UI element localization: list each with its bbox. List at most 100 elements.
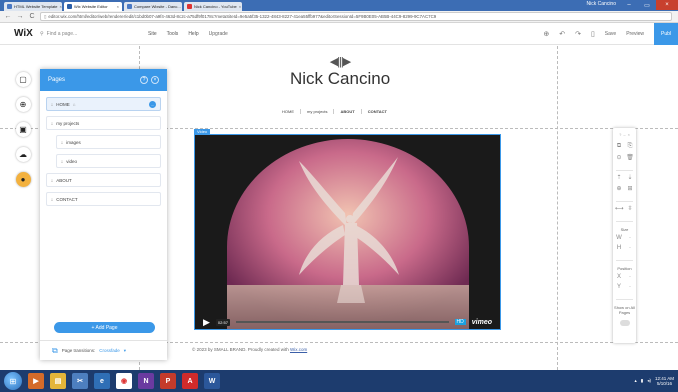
drag-handle-icon[interactable]: ⁞⁞ [61,159,63,164]
site-nav-item[interactable]: CONTACT [360,109,393,114]
add-page-button[interactable]: + Add Page [54,322,155,333]
x-field-label[interactable]: X [615,274,623,280]
forward-icon[interactable]: → [16,13,24,20]
page-item-home[interactable]: ⁞⁞ HOME ⌂… [46,97,161,111]
width-input[interactable]: · [626,235,634,241]
drag-handle-icon[interactable]: ⁞⁞ [61,140,63,145]
minimize-icon[interactable]: – [620,0,638,10]
undo-icon[interactable]: ↶ [559,30,565,38]
page-item-images[interactable]: ⁞⁞ images [56,135,161,149]
height-input[interactable]: · [626,245,634,251]
y-input[interactable]: · [626,284,634,290]
back-icon[interactable]: ← [4,13,12,20]
clock[interactable]: 12:41 AM 5/10/16 [655,376,674,386]
match-width-icon[interactable]: ⟷ [615,205,624,212]
menu-help[interactable]: Help [188,31,198,37]
site-nav[interactable]: HOME my projects ABOUT CONTACT [276,109,393,114]
redo-icon[interactable]: ↷ [575,30,581,38]
width-field-label[interactable]: W [615,235,623,241]
drag-handle-icon[interactable]: ⁞⁞ [51,197,53,202]
close-tab-icon[interactable]: × [117,4,119,9]
app-market-button[interactable]: ☁ [15,147,31,162]
height-field-label[interactable]: H [615,245,623,251]
page-settings-icon[interactable]: … [149,100,156,108]
page-item-my-projects[interactable]: ⁞⁞ my projects [46,116,161,130]
drag-handle-icon[interactable]: ⁞⁞ [51,178,53,183]
file-explorer-icon[interactable]: ▤ [50,373,66,389]
collapse-icon[interactable]: – [623,132,625,137]
reload-icon[interactable]: C [28,13,36,20]
network-icon[interactable]: ▮ [641,378,643,384]
close-icon[interactable]: × [628,132,630,137]
chrome-icon[interactable]: ◉ [116,373,132,389]
browser-user-badge[interactable]: Nick Cancino [587,1,616,7]
close-tab-icon[interactable]: × [239,4,241,9]
duplicate-icon[interactable]: ⊙ [615,154,623,161]
browser-tab[interactable]: HTML Website Template × [4,2,62,11]
show-on-all-pages-toggle[interactable] [619,320,630,326]
page-item-video[interactable]: ⁞⁞ video [56,154,161,168]
preview-button[interactable]: Preview [626,31,644,37]
help-icon[interactable]: ? [619,132,621,137]
zoom-icon[interactable]: ⊕ [543,30,549,38]
send-backward-icon[interactable]: ⇣ [626,174,634,181]
align-icon[interactable]: ⊕ [615,185,623,192]
site-nav-item[interactable]: HOME [276,109,300,114]
tools-icon[interactable]: ✂ [72,373,88,389]
site-footer-text[interactable]: © 2023 by SMALL BRAND. Proudly created w… [192,347,307,352]
browser-tab-active[interactable]: Wix Website Editor × [64,2,122,11]
browser-tab[interactable]: Nick Cancino - YouTube × [184,2,242,11]
drag-handle-icon[interactable]: ⁞⁞ [51,121,53,126]
page-info-icon[interactable]: ▯ [44,14,46,20]
close-window-icon[interactable]: × [656,0,678,10]
video-scrubber[interactable] [235,321,449,323]
acrobat-icon[interactable]: A [182,373,198,389]
site-header[interactable]: ◀|||▶ Nick Cancino [290,55,390,89]
media-player-icon[interactable]: ▶ [28,373,44,389]
x-input[interactable]: · [626,274,634,280]
menu-upgrade[interactable]: Upgrade [209,31,228,37]
browser-tab[interactable]: Compare Wixsite - Danc...× [124,2,182,11]
site-nav-item[interactable]: my projects [300,109,333,114]
distribute-icon[interactable]: ⊞ [626,185,634,192]
background-button[interactable]: ▣ [15,122,31,137]
add-button[interactable]: ⊕ [15,97,31,112]
volume-icon[interactable]: ◂) [647,378,651,384]
vimeo-logo[interactable]: vimeo [472,319,492,326]
chevron-down-icon[interactable]: ▾ [124,348,126,354]
maximize-icon[interactable]: ▭ [638,0,656,10]
save-button[interactable]: Save [605,31,616,37]
menu-site[interactable]: Site [148,31,157,37]
footer-link[interactable]: Wix.com [290,347,307,352]
mobile-view-icon[interactable]: ▯ [591,30,595,38]
menu-tools[interactable]: Tools [167,31,179,37]
close-icon[interactable]: × [151,76,159,84]
drag-handle-icon[interactable]: ⁞⁞ [51,102,53,107]
bring-forward-icon[interactable]: ⇡ [615,174,623,181]
url-input[interactable]: ▯ editor.wix.com/html/editor/web/renderer… [40,12,672,21]
paste-icon[interactable]: ⎘ [626,143,634,150]
my-uploads-button[interactable]: ● [15,172,31,187]
y-field-label[interactable]: Y [615,284,623,290]
tray-arrow-icon[interactable]: ▴ [634,378,636,384]
hd-badge[interactable]: HD [454,319,466,325]
page-transitions[interactable]: ⧉ Page transitions: Crossfade ▾ [40,340,167,360]
page-item-contact[interactable]: ⁞⁞ CONTACT [46,192,161,206]
transitions-value[interactable]: Crossfade [99,348,120,353]
help-icon[interactable]: ? [140,76,148,84]
word-icon[interactable]: W [204,373,220,389]
wix-logo[interactable]: WiX [14,28,38,39]
onenote-icon[interactable]: N [138,373,154,389]
page-item-about[interactable]: ⁞⁞ ABOUT [46,173,161,187]
delete-icon[interactable]: 🗑 [626,154,634,161]
close-tab-icon[interactable]: × [60,4,62,9]
match-height-icon[interactable]: ⇳ [626,205,634,212]
page-search[interactable]: ⚲ Find a page... [40,31,130,37]
pages-button[interactable]: ▢ [15,72,31,87]
internet-explorer-icon[interactable]: e [94,373,110,389]
publish-button[interactable]: Publ [654,23,678,45]
play-icon[interactable]: ▶ [203,317,210,328]
copy-icon[interactable]: ⧉ [615,143,623,150]
video-player[interactable]: Video ▶ 02:57 HD vimeo [194,129,501,330]
site-nav-item[interactable]: ABOUT [333,109,360,114]
